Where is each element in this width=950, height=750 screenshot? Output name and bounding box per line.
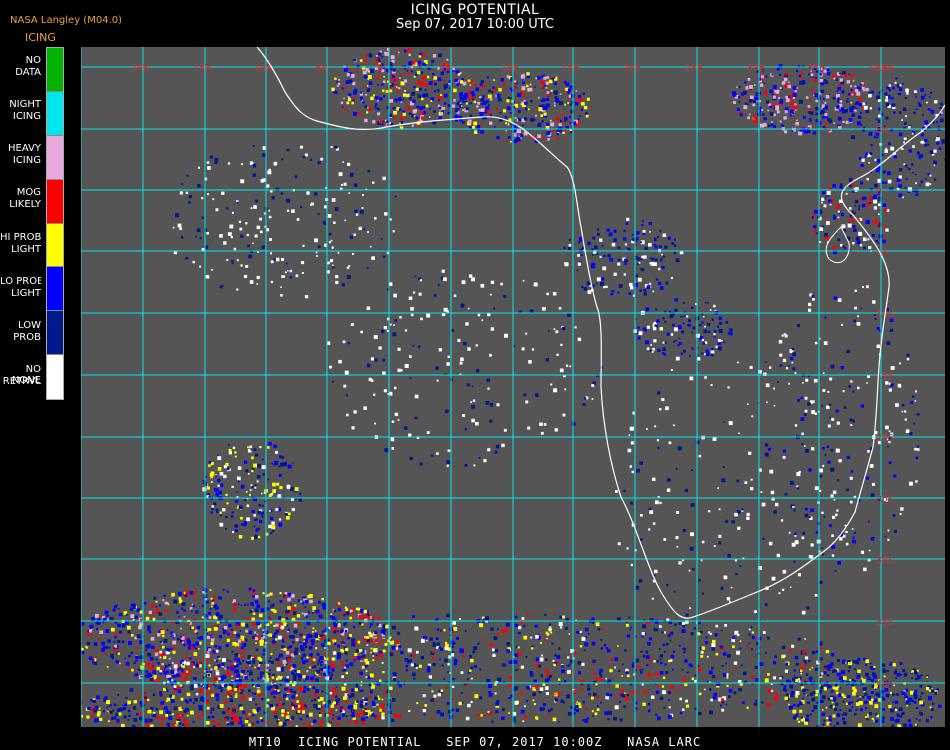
legend-title: ICING bbox=[25, 31, 56, 44]
legend-swatch-7 bbox=[47, 311, 63, 356]
legend-label-6: LO PROB LIGHT bbox=[0, 275, 41, 299]
legend-label-9: NONE bbox=[11, 375, 41, 386]
lon-label: 20W bbox=[131, 63, 150, 74]
legend-label-5: HI PROB LIGHT bbox=[0, 231, 41, 255]
legend-swatch-3 bbox=[47, 135, 63, 180]
lake-outline bbox=[825, 226, 850, 264]
lat-label: 10N bbox=[876, 63, 894, 74]
lon-label: 15E bbox=[561, 63, 579, 74]
lon-label: 30E bbox=[747, 63, 765, 74]
footer-caption: MT10 ICING POTENTIAL SEP 07, 2017 10:00Z… bbox=[248, 735, 702, 749]
legend-swatch-5 bbox=[47, 223, 63, 268]
lat-label: 25S bbox=[876, 494, 894, 505]
data-source: NASA Langley (M04.0) bbox=[10, 15, 122, 26]
lon-label: 5E bbox=[439, 63, 451, 74]
lat-label: 20S bbox=[876, 433, 894, 444]
map-title: ICING POTENTIAL bbox=[410, 2, 540, 18]
lon-label: 0 bbox=[377, 63, 383, 74]
legend-swatch-1 bbox=[47, 48, 63, 92]
coastline bbox=[256, 47, 945, 619]
lat-label: 35S bbox=[876, 617, 894, 628]
map-datetime: Sep 07, 2017 10:00 UTC bbox=[395, 17, 555, 32]
lon-label: 5W bbox=[315, 63, 328, 74]
lat-label: 40S bbox=[876, 679, 894, 690]
lon-label: 10E bbox=[501, 63, 519, 74]
lon-label: 25E bbox=[685, 63, 703, 74]
legend-color-bar bbox=[46, 47, 64, 400]
legend-label-1: NO DATA bbox=[15, 55, 41, 78]
legend-label-3: HEAVY ICING bbox=[8, 143, 41, 167]
lat-label: 0 bbox=[876, 186, 882, 197]
lat-label: 5N bbox=[876, 125, 888, 136]
lon-label: 15W bbox=[193, 63, 212, 74]
legend-swatch-8 bbox=[47, 355, 63, 399]
lon-label: 35E bbox=[807, 63, 825, 74]
legend-label-4: MOG LIKELY bbox=[9, 187, 41, 211]
map-canvas: 20W 15W 10W 5W 0 5E 10E 15E 20E 25E 30E 35E 40E10N5N… bbox=[81, 47, 945, 727]
legend-swatch-4 bbox=[47, 179, 63, 224]
legend-label-2: NIGHT ICING bbox=[9, 99, 41, 123]
legend-swatch-2 bbox=[47, 91, 63, 136]
lon-label: 20E bbox=[623, 63, 641, 74]
legend-label-7: LOW PROB bbox=[13, 319, 41, 343]
icing-map: 20W 15W 10W 5W 0 5E 10E 15E 20E 25E 30E 35E 40E 10N 5N… bbox=[81, 47, 945, 727]
lat-label: 30S bbox=[876, 555, 894, 566]
legend-swatch-6 bbox=[47, 267, 63, 312]
